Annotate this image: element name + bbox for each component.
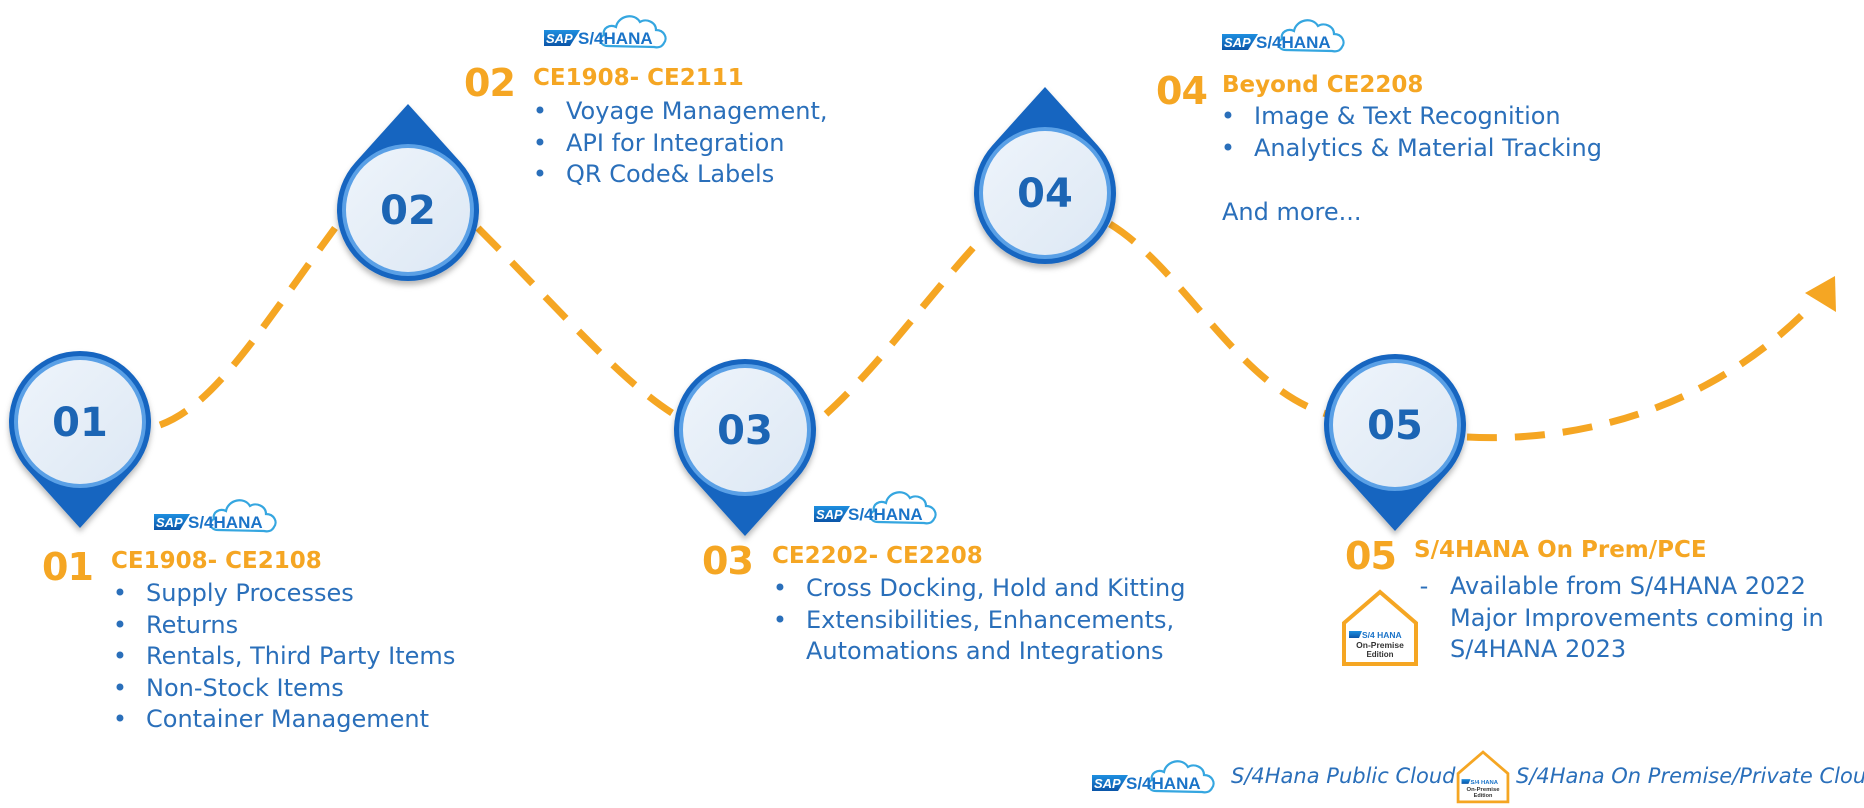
- sap-s4hana-cloud-logo: SAP S/4HANA: [150, 492, 285, 534]
- pin-label: 01: [52, 400, 108, 446]
- connector-04-05: [1108, 221, 1331, 419]
- and-more-text: And more...: [1222, 198, 1362, 226]
- legend-label-on-premise: S/4Hana On Premise/Private Cloud: [1516, 764, 1864, 788]
- on-premise-house-graphic: S/4 HANA On-Premise Edition: [1456, 750, 1510, 804]
- pin-label: 05: [1367, 403, 1423, 449]
- svg-text:S/4HANA: S/4HANA: [188, 513, 263, 532]
- bullet-icon: •: [532, 128, 548, 157]
- legend-label-public-cloud: S/4Hana Public Cloud: [1231, 764, 1456, 788]
- feature-item: • Container Management: [110, 704, 455, 736]
- bullet-icon: •: [1220, 133, 1236, 162]
- svg-text:Edition: Edition: [1474, 793, 1493, 799]
- step-feature-list: • Voyage Management, • API for Integration…: [530, 96, 828, 191]
- milestone-pin-04: 04: [974, 87, 1116, 264]
- svg-text:S/4 HANA: S/4 HANA: [1362, 630, 1402, 640]
- connector-02-03: [475, 225, 674, 416]
- sap-s4hana-cloud-logo-graphic: SAP S/4HANA: [1092, 760, 1215, 794]
- milestone-pin-03: 03: [674, 358, 817, 536]
- dash-icon: -: [1419, 572, 1429, 600]
- sap-s4hana-on-premise-house-icon: S/4 HANA On-Premise Edition: [1454, 750, 1512, 804]
- svg-text:Edition: Edition: [1366, 650, 1393, 659]
- on-premise-house-graphic: S/4 HANA On-Premise Edition: [1342, 589, 1418, 666]
- feature-item-continuation: Automations and Integrations: [806, 637, 1164, 665]
- svg-text:S/4HANA: S/4HANA: [848, 505, 923, 524]
- step-number: 01: [42, 545, 94, 589]
- milestone-pin-02: 02: [337, 104, 480, 281]
- svg-text:SAP: SAP: [1094, 776, 1121, 791]
- step-title: CE1908- CE2108: [111, 548, 322, 574]
- step-number: 04: [1156, 69, 1208, 113]
- feature-item: • Extensibilities, Enhancements,: [770, 605, 1185, 637]
- sap-s4hana-on-premise-house-icon: S/4 HANA On-Premise Edition: [1340, 589, 1420, 667]
- pin-label: 03: [717, 408, 773, 454]
- step-feature-list: - Available from S/4HANA 2022 Major Impro…: [1414, 571, 1824, 666]
- connector-05-future: [1466, 302, 1815, 442]
- feature-item: • Non-Stock Items: [110, 673, 455, 705]
- pin-label: 04: [1017, 171, 1073, 217]
- step-feature-list: • Image & Text Recognition • Analytics & M…: [1218, 101, 1602, 164]
- bullet-icon: •: [112, 673, 128, 702]
- sap-s4hana-cloud-logo-graphic: SAP S/4HANA: [544, 15, 667, 49]
- step-feature-list: • Supply Processes • Returns • Rentals, Thi…: [110, 578, 455, 736]
- bullet-icon: •: [112, 610, 128, 639]
- svg-text:S/4HANA: S/4HANA: [1126, 774, 1201, 793]
- svg-text:S/4 HANA: S/4 HANA: [1471, 780, 1499, 786]
- step-title: CE2202- CE2208: [772, 543, 983, 569]
- bullet-icon: •: [772, 605, 788, 634]
- bullet-icon: •: [112, 579, 128, 607]
- svg-text:On-Premise: On-Premise: [1356, 640, 1404, 650]
- legend: SAP S/4HANA S/4Hana Public Cloud S/4 HAN…: [1085, 750, 1864, 804]
- connector-03-04: [823, 235, 985, 417]
- feature-item: • Analytics & Material Tracking: [1218, 133, 1602, 165]
- svg-text:SAP: SAP: [156, 515, 183, 530]
- step-title: CE1908- CE2111: [533, 65, 744, 91]
- svg-text:SAP: SAP: [546, 31, 573, 46]
- bullet-icon: •: [1220, 102, 1236, 130]
- sap-s4hana-cloud-logo: SAP S/4HANA: [540, 8, 675, 54]
- feature-item: • API for Integration: [530, 128, 828, 160]
- pin-label: 02: [380, 188, 436, 234]
- feature-item-continuation: S/4HANA 2023: [1450, 635, 1627, 663]
- feature-item: • Cross Docking, Hold and Kitting: [770, 573, 1186, 605]
- bullet-icon: •: [532, 160, 548, 188]
- svg-text:On-Premise: On-Premise: [1467, 787, 1501, 793]
- svg-text:S/4HANA: S/4HANA: [1256, 33, 1331, 52]
- sap-s4hana-cloud-logo: SAP S/4HANA: [810, 484, 945, 528]
- feature-item-continuation: Major Improvements coming in: [1450, 603, 1824, 632]
- step-title: Beyond CE2208: [1222, 72, 1424, 98]
- sap-s4hana-cloud-logo: SAP S/4HANA: [1088, 753, 1223, 797]
- bullet-icon: •: [532, 97, 548, 125]
- feature-item: • Returns: [110, 610, 455, 642]
- feature-item: • Rentals, Third Party Items: [110, 641, 455, 673]
- feature-item: • QR Code& Labels: [530, 159, 828, 191]
- connector-01-02: [158, 225, 338, 429]
- svg-text:SAP: SAP: [816, 507, 843, 522]
- feature-item: - Available from S/4HANA 2022: [1414, 571, 1824, 603]
- feature-item: • Supply Processes: [110, 578, 455, 610]
- step-number: 03: [702, 539, 754, 583]
- bullet-icon: •: [112, 705, 128, 733]
- sap-s4hana-cloud-logo-graphic: SAP S/4HANA: [814, 491, 937, 525]
- bullet-icon: •: [772, 574, 788, 602]
- milestone-pin-05: 05: [1323, 354, 1467, 531]
- step-feature-list: • Cross Docking, Hold and Kitting • Extens…: [770, 573, 1186, 668]
- milestone-pin-01: 01: [9, 351, 152, 528]
- step-title: S/4HANA On Prem/PCE: [1414, 537, 1707, 563]
- feature-item: • Voyage Management,: [530, 96, 828, 128]
- roadmap-diagram: 01 02 03 04 05 SAP S/4HANA 01 CE1908- CE2108…: [0, 0, 1864, 805]
- feature-item: • Image & Text Recognition: [1218, 101, 1602, 133]
- bullet-icon: •: [112, 642, 128, 670]
- sap-s4hana-cloud-logo: SAP S/4HANA: [1218, 12, 1353, 56]
- sap-s4hana-cloud-logo-graphic: SAP S/4HANA: [1222, 19, 1345, 53]
- step-number: 02: [464, 61, 516, 105]
- svg-text:S/4HANA: S/4HANA: [578, 29, 653, 48]
- step-number: 05: [1345, 534, 1397, 578]
- sap-s4hana-cloud-logo-graphic: SAP S/4HANA: [154, 499, 277, 533]
- svg-text:SAP: SAP: [1224, 35, 1251, 50]
